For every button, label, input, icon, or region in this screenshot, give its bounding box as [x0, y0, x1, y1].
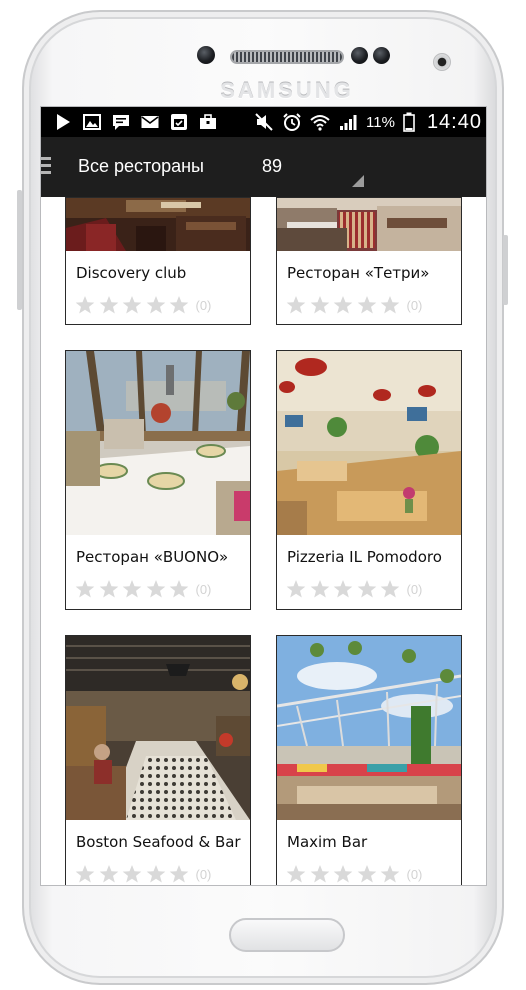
- restaurant-card[interactable]: Discovery club (0): [65, 197, 251, 325]
- calendar-icon: [171, 114, 187, 130]
- rating-stars: (0): [75, 579, 211, 599]
- restaurant-card[interactable]: Maxim Bar (0): [276, 635, 462, 885]
- star-empty-icon: [75, 296, 95, 314]
- rating-stars: (0): [75, 864, 211, 884]
- restaurant-name: Boston Seafood & Bar: [76, 833, 241, 851]
- restaurant-card[interactable]: Pizzeria IL Pomodoro (0): [276, 350, 462, 610]
- star-empty-icon: [169, 580, 189, 598]
- star-empty-icon: [286, 580, 306, 598]
- restaurant-name: Maxim Bar: [287, 833, 368, 851]
- star-empty-icon: [357, 865, 376, 883]
- action-bar: Все рестораны 89: [41, 137, 486, 197]
- restaurant-photo: [66, 198, 250, 251]
- home-button[interactable]: [229, 918, 345, 952]
- star-empty-icon: [310, 580, 329, 598]
- message-icon: [113, 115, 129, 130]
- star-empty-icon: [146, 296, 165, 314]
- star-empty-icon: [380, 296, 400, 314]
- wifi-icon: [310, 115, 330, 131]
- signal-icon: [340, 115, 357, 130]
- restaurant-card[interactable]: Ресторан «BUONO» (0): [65, 350, 251, 610]
- rating-stars: (0): [286, 295, 422, 315]
- play-icon: [57, 114, 70, 130]
- status-bar: 11% 14:40: [41, 107, 486, 137]
- star-empty-icon: [146, 580, 165, 598]
- mute-icon: [255, 113, 273, 131]
- earpiece-speaker: [230, 50, 344, 64]
- restaurant-count: 89: [262, 156, 283, 176]
- brand-logo: SAMSUNG: [220, 78, 354, 103]
- star-empty-icon: [122, 296, 142, 314]
- restaurant-photo: [277, 636, 461, 820]
- briefcase-icon: [200, 114, 216, 129]
- star-empty-icon: [122, 580, 142, 598]
- star-empty-icon: [286, 296, 306, 314]
- category-title[interactable]: Все рестораны: [78, 156, 204, 177]
- star-empty-icon: [75, 865, 95, 883]
- battery-percent: 11%: [366, 113, 395, 131]
- review-count: (0): [406, 581, 423, 597]
- dropdown-indicator-icon[interactable]: [352, 175, 364, 187]
- rating-stars: (0): [75, 295, 211, 315]
- front-camera-icon: [197, 46, 215, 64]
- star-empty-icon: [99, 296, 118, 314]
- star-empty-icon: [99, 580, 118, 598]
- review-count: (0): [195, 581, 212, 597]
- star-empty-icon: [333, 580, 353, 598]
- battery-icon: [403, 112, 415, 132]
- email-icon: [141, 116, 159, 128]
- star-empty-icon: [333, 296, 353, 314]
- star-empty-icon: [333, 865, 353, 883]
- notification-led-icon: [433, 53, 451, 71]
- restaurant-card[interactable]: Boston Seafood & Bar (0): [65, 635, 251, 885]
- gallery-icon: [83, 114, 101, 130]
- star-empty-icon: [310, 865, 329, 883]
- light-sensor-icon: [373, 47, 390, 64]
- restaurant-card[interactable]: Ресторан «Тетри» (0): [276, 197, 462, 325]
- review-count: (0): [406, 866, 423, 882]
- star-empty-icon: [169, 296, 189, 314]
- restaurant-photo: [66, 636, 250, 820]
- restaurant-photo: [277, 198, 461, 251]
- star-empty-icon: [75, 580, 95, 598]
- review-count: (0): [195, 297, 212, 313]
- restaurant-name: Ресторан «Тетри»: [287, 264, 430, 282]
- power-button-edge[interactable]: [503, 235, 508, 305]
- status-time: 14:40: [426, 110, 482, 133]
- star-empty-icon: [357, 296, 376, 314]
- restaurant-name: Discovery club: [76, 264, 187, 282]
- star-empty-icon: [286, 865, 306, 883]
- volume-button-edge[interactable]: [17, 190, 22, 310]
- restaurant-photo: [66, 351, 250, 535]
- drawer-menu-icon[interactable]: [41, 157, 51, 177]
- review-count: (0): [406, 297, 423, 313]
- star-empty-icon: [380, 580, 400, 598]
- star-empty-icon: [99, 865, 118, 883]
- rating-stars: (0): [286, 864, 422, 884]
- star-empty-icon: [310, 296, 329, 314]
- rating-stars: (0): [286, 579, 422, 599]
- star-empty-icon: [357, 580, 376, 598]
- restaurant-photo: [277, 351, 461, 535]
- restaurant-grid: Discovery club (0) Ресторан «Тетри» (0) …: [41, 197, 486, 885]
- star-empty-icon: [122, 865, 142, 883]
- star-empty-icon: [169, 865, 189, 883]
- restaurant-name: Pizzeria IL Pomodoro: [287, 548, 442, 566]
- star-empty-icon: [146, 865, 165, 883]
- restaurant-name: Ресторан «BUONO»: [76, 548, 229, 566]
- alarm-icon: [283, 113, 301, 131]
- review-count: (0): [195, 866, 212, 882]
- proximity-sensor-icon: [351, 47, 368, 64]
- star-empty-icon: [380, 865, 400, 883]
- screen: 11% 14:40 Все рестораны 89 Discovery clu…: [40, 106, 487, 886]
